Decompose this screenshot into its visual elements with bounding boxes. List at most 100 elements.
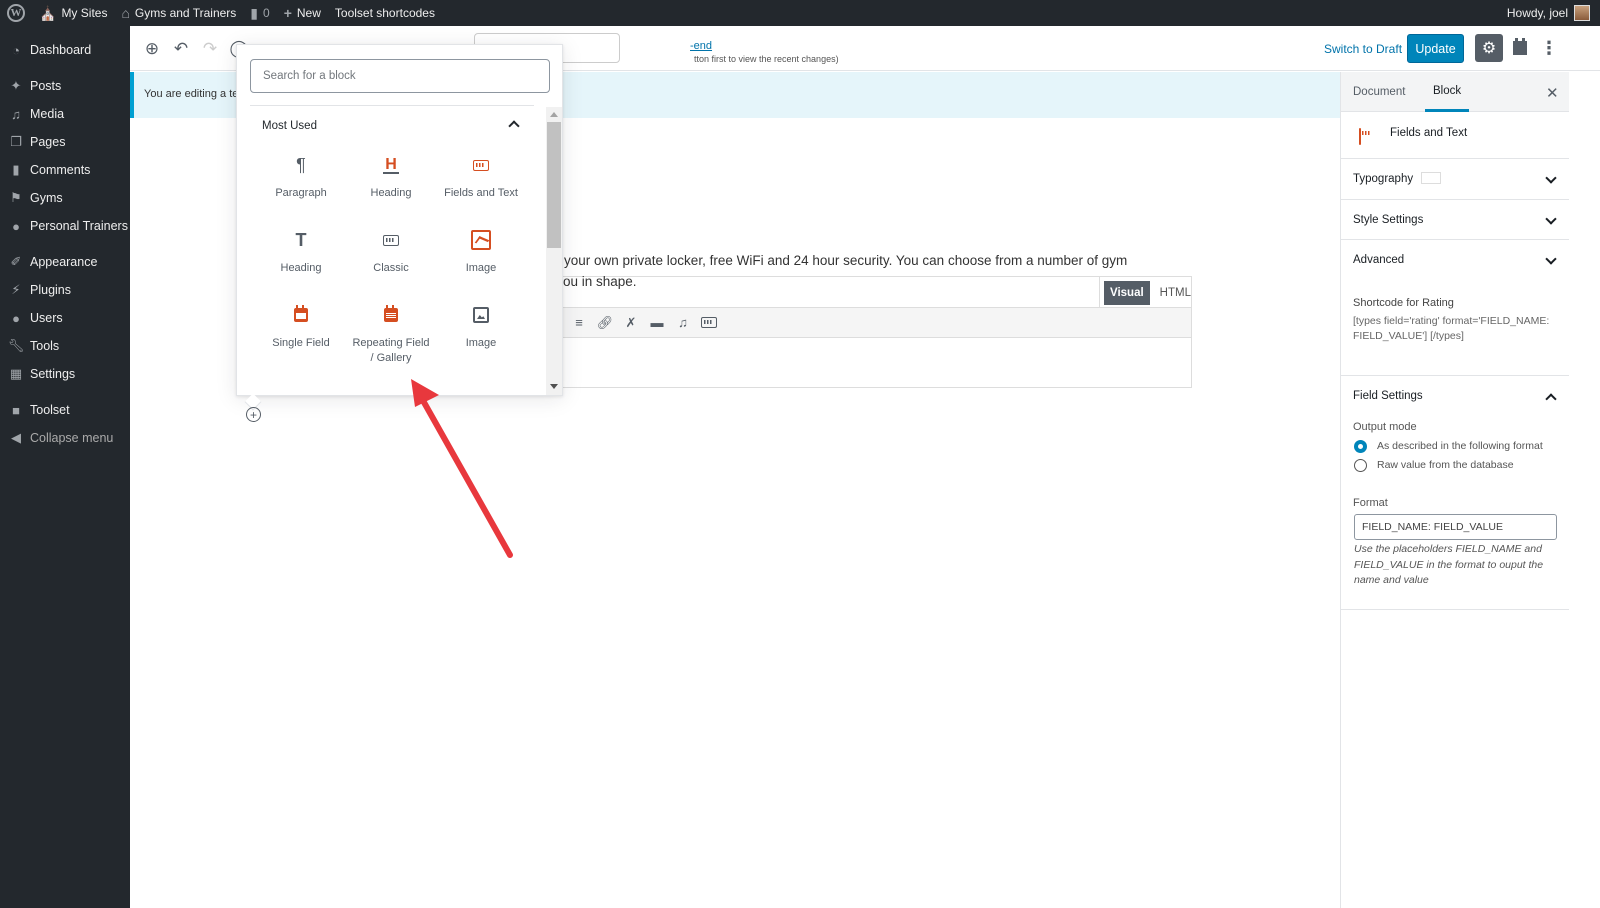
sidebar-item-posts[interactable]: ✦ Posts — [0, 72, 130, 100]
sidebar-item-comments[interactable]: ▮ Comments — [0, 156, 130, 184]
block-item-repeating-field-gallery[interactable]: Repeating Field / Gallery — [346, 303, 436, 365]
gear-icon: ⚙ — [1481, 40, 1497, 57]
panel-typography[interactable]: Typography — [1341, 159, 1569, 200]
wordpress-logo-button[interactable]: W — [0, 0, 32, 26]
plus-icon: + — [283, 5, 292, 21]
chevron-up-icon[interactable] — [507, 117, 521, 131]
sidebar-item-label: Plugins — [30, 283, 71, 297]
toolset-shortcodes-link[interactable]: Toolset shortcodes — [328, 0, 442, 26]
pages-icon: ❐ — [10, 134, 22, 149]
sidebar-item-personal-trainers[interactable]: ● Personal Trainers — [0, 212, 130, 240]
more-options-button[interactable]: ⋮ — [1540, 36, 1558, 60]
block-item-single-field[interactable]: Single Field — [256, 303, 346, 365]
block-item-classic[interactable]: Classic — [346, 228, 436, 285]
sidebar-item-plugins[interactable]: ⚡ Plugins — [0, 276, 130, 304]
avatar — [1574, 5, 1590, 21]
sidebar-item-gyms[interactable]: ⚑ Gyms — [0, 184, 130, 212]
dashboard-icon: ◔ — [12, 42, 20, 58]
brush-icon: ✐ — [10, 254, 22, 269]
user-icon: ● — [12, 310, 20, 326]
sidebar-item-label: Pages — [30, 135, 66, 149]
panel-title: Typography — [1353, 173, 1414, 185]
sidebar-item-media[interactable]: ♫ Media — [0, 100, 130, 128]
block-search-input[interactable] — [250, 59, 550, 93]
scroll-thumb[interactable] — [547, 122, 561, 248]
media-icon: ♫ — [11, 106, 21, 122]
toolset-icon: ■ — [12, 402, 20, 418]
radio-raw-value[interactable] — [1354, 459, 1367, 472]
tab-visual[interactable]: Visual — [1104, 280, 1150, 305]
toolset-button[interactable] — [1512, 38, 1528, 56]
image-icon — [469, 228, 493, 252]
scroll-down-arrow-icon[interactable] — [550, 384, 558, 389]
radio-label: Raw value from the database — [1377, 459, 1514, 471]
block-item-fields-and-text[interactable]: Fields and Text — [436, 153, 526, 210]
my-sites-link[interactable]: ⛪ My Sites — [32, 0, 114, 26]
settings-toggle-button[interactable]: ⚙ — [1475, 34, 1503, 62]
chevron-down-icon[interactable] — [1546, 215, 1556, 225]
my-sites-label: My Sites — [61, 6, 108, 20]
radio-as-described[interactable] — [1354, 440, 1367, 453]
sidebar-item-toolset[interactable]: ■ Toolset — [0, 396, 130, 424]
block-label: Image — [465, 262, 497, 274]
close-icon[interactable]: ✕ — [1546, 84, 1559, 102]
sidebar-item-tools[interactable]: 🔧︎ Tools — [0, 332, 130, 360]
sidebar-item-settings[interactable]: ▦ Settings — [0, 360, 130, 388]
site-name-link[interactable]: ⌂ Gyms and Trainers — [114, 0, 243, 26]
shortcode-code[interactable]: [types field='rating' format='FIELD_NAME… — [1353, 314, 1563, 344]
add-block-button[interactable]: ⊕ — [141, 38, 163, 60]
block-item-paragraph[interactable]: ¶ Paragraph — [256, 153, 346, 210]
tab-document[interactable]: Document — [1353, 72, 1405, 112]
map-icon: ⚑ — [10, 190, 22, 205]
wrench-icon: 🔧︎ — [7, 338, 25, 353]
tab-block[interactable]: Block — [1425, 72, 1470, 112]
new-content-link[interactable]: + New — [277, 0, 328, 26]
sidebar-item-users[interactable]: ● Users — [0, 304, 130, 332]
switch-to-draft-button[interactable]: Switch to Draft — [1324, 42, 1402, 56]
block-item-heading-toolset[interactable]: H Heading — [346, 153, 436, 210]
panel-style-settings[interactable]: Style Settings — [1341, 200, 1569, 240]
keyboard-icon — [379, 228, 403, 252]
toolbar-toggle-icon[interactable] — [700, 314, 718, 332]
comments-link[interactable]: ▮ 0 — [243, 0, 276, 26]
panel-title: Field Settings — [1353, 390, 1423, 402]
sidebar-item-dashboard[interactable]: ◔ Dashboard — [0, 36, 130, 64]
undo-button[interactable]: ↶ — [170, 38, 192, 60]
redo-button[interactable]: ↷ — [199, 38, 221, 60]
block-label: Heading — [370, 187, 412, 199]
heading-t-icon: T — [295, 229, 307, 250]
collapse-menu-button[interactable]: ◀ Collapse menu — [0, 424, 130, 452]
update-button[interactable]: Update — [1407, 34, 1464, 63]
read-more-icon[interactable]: ▬ — [648, 314, 666, 332]
scroll-up-arrow-icon[interactable] — [550, 112, 558, 117]
sidebar-item-label: Comments — [30, 163, 91, 177]
sidebar-item-pages[interactable]: ❐ Pages — [0, 128, 130, 156]
tab-html[interactable]: HTML — [1154, 281, 1197, 305]
undo-icon: ↶ — [173, 39, 189, 58]
block-appender-button[interactable]: + — [246, 407, 261, 422]
add-media-icon[interactable]: ♫ — [674, 314, 692, 332]
sidebar-item-appearance[interactable]: ✐ Appearance — [0, 248, 130, 276]
redo-icon: ↷ — [202, 39, 218, 58]
paragraph-text[interactable]: your own private locker, free WiFi and 2… — [564, 253, 1127, 268]
align-right-icon[interactable]: ≡ — [570, 314, 588, 332]
keyboard-icon — [1359, 128, 1361, 145]
typography-swatch — [1421, 172, 1441, 184]
chevron-up-icon[interactable] — [1546, 391, 1556, 401]
chevron-down-icon[interactable] — [1546, 255, 1556, 265]
block-item-heading[interactable]: T Heading — [256, 228, 346, 285]
chevron-down-icon[interactable] — [1546, 174, 1556, 184]
sidebar-item-label: Posts — [30, 79, 62, 93]
classic-editor-block[interactable]: Visual HTML ≡ 🔗︎ ✗ ▬ ♫ — [560, 276, 1192, 388]
link-icon[interactable]: 🔗︎ — [596, 314, 614, 332]
format-input[interactable] — [1354, 514, 1557, 540]
account-menu[interactable]: Howdy, joel — [1507, 5, 1600, 21]
unlink-icon[interactable]: ✗ — [622, 314, 640, 332]
block-item-image-toolset[interactable]: Image — [436, 228, 526, 285]
more-vertical-icon: ⋮ — [1540, 37, 1558, 58]
block-item-image[interactable]: Image — [436, 303, 526, 365]
view-front-end-link[interactable]: -end — [690, 40, 712, 52]
sites-icon: ⛪ — [39, 4, 57, 21]
inserter-scrollbar[interactable] — [546, 107, 562, 395]
block-label: Fields and Text — [444, 187, 518, 199]
